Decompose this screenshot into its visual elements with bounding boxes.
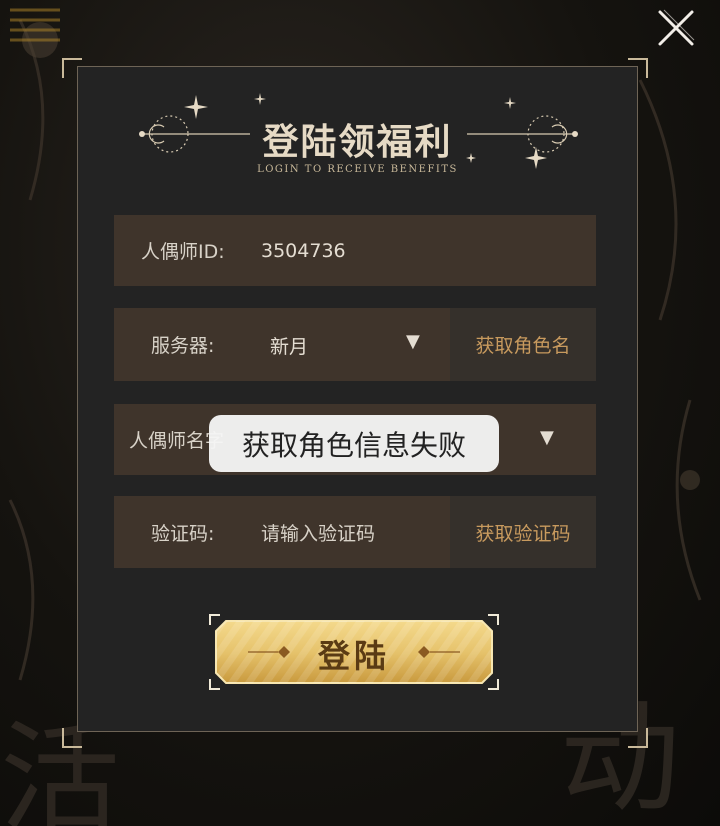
player-id-value: 3504736	[261, 239, 346, 262]
captcha-input[interactable]: 请输入验证码	[261, 519, 375, 546]
dialog-header: 登陆领福利 LOGIN TO RECEIVE BENEFITS	[78, 87, 637, 197]
get-role-name-button[interactable]: 获取角色名	[450, 308, 596, 381]
dialog-title: 登陆领福利	[262, 121, 453, 163]
player-id-field[interactable]: 人偶师ID: 3504736	[114, 215, 596, 286]
login-dialog: 登陆领福利 LOGIN TO RECEIVE BENEFITS 人偶师ID: 3…	[77, 66, 638, 732]
error-toast: 获取角色信息失败	[209, 415, 499, 472]
login-button[interactable]: 登陆	[208, 613, 500, 691]
player-id-label: 人偶师ID:	[141, 241, 225, 263]
get-captcha-button[interactable]: 获取验证码	[450, 496, 596, 568]
dialog-subtitle: LOGIN TO RECEIVE BENEFITS	[257, 164, 458, 175]
server-field: 服务器: 新月 ▼ 获取角色名	[114, 308, 596, 381]
login-button-label: 登陆	[317, 637, 390, 675]
captcha-label: 验证码:	[151, 522, 215, 545]
captcha-field: 验证码: 请输入验证码 获取验证码	[114, 496, 596, 568]
chevron-down-icon: ▼	[540, 427, 554, 448]
server-label: 服务器:	[151, 335, 215, 357]
close-icon	[658, 9, 695, 46]
server-select[interactable]: 新月 ▼	[254, 308, 450, 381]
close-button[interactable]	[652, 4, 700, 52]
chevron-down-icon: ▼	[406, 331, 420, 352]
server-select-value: 新月	[270, 336, 309, 358]
